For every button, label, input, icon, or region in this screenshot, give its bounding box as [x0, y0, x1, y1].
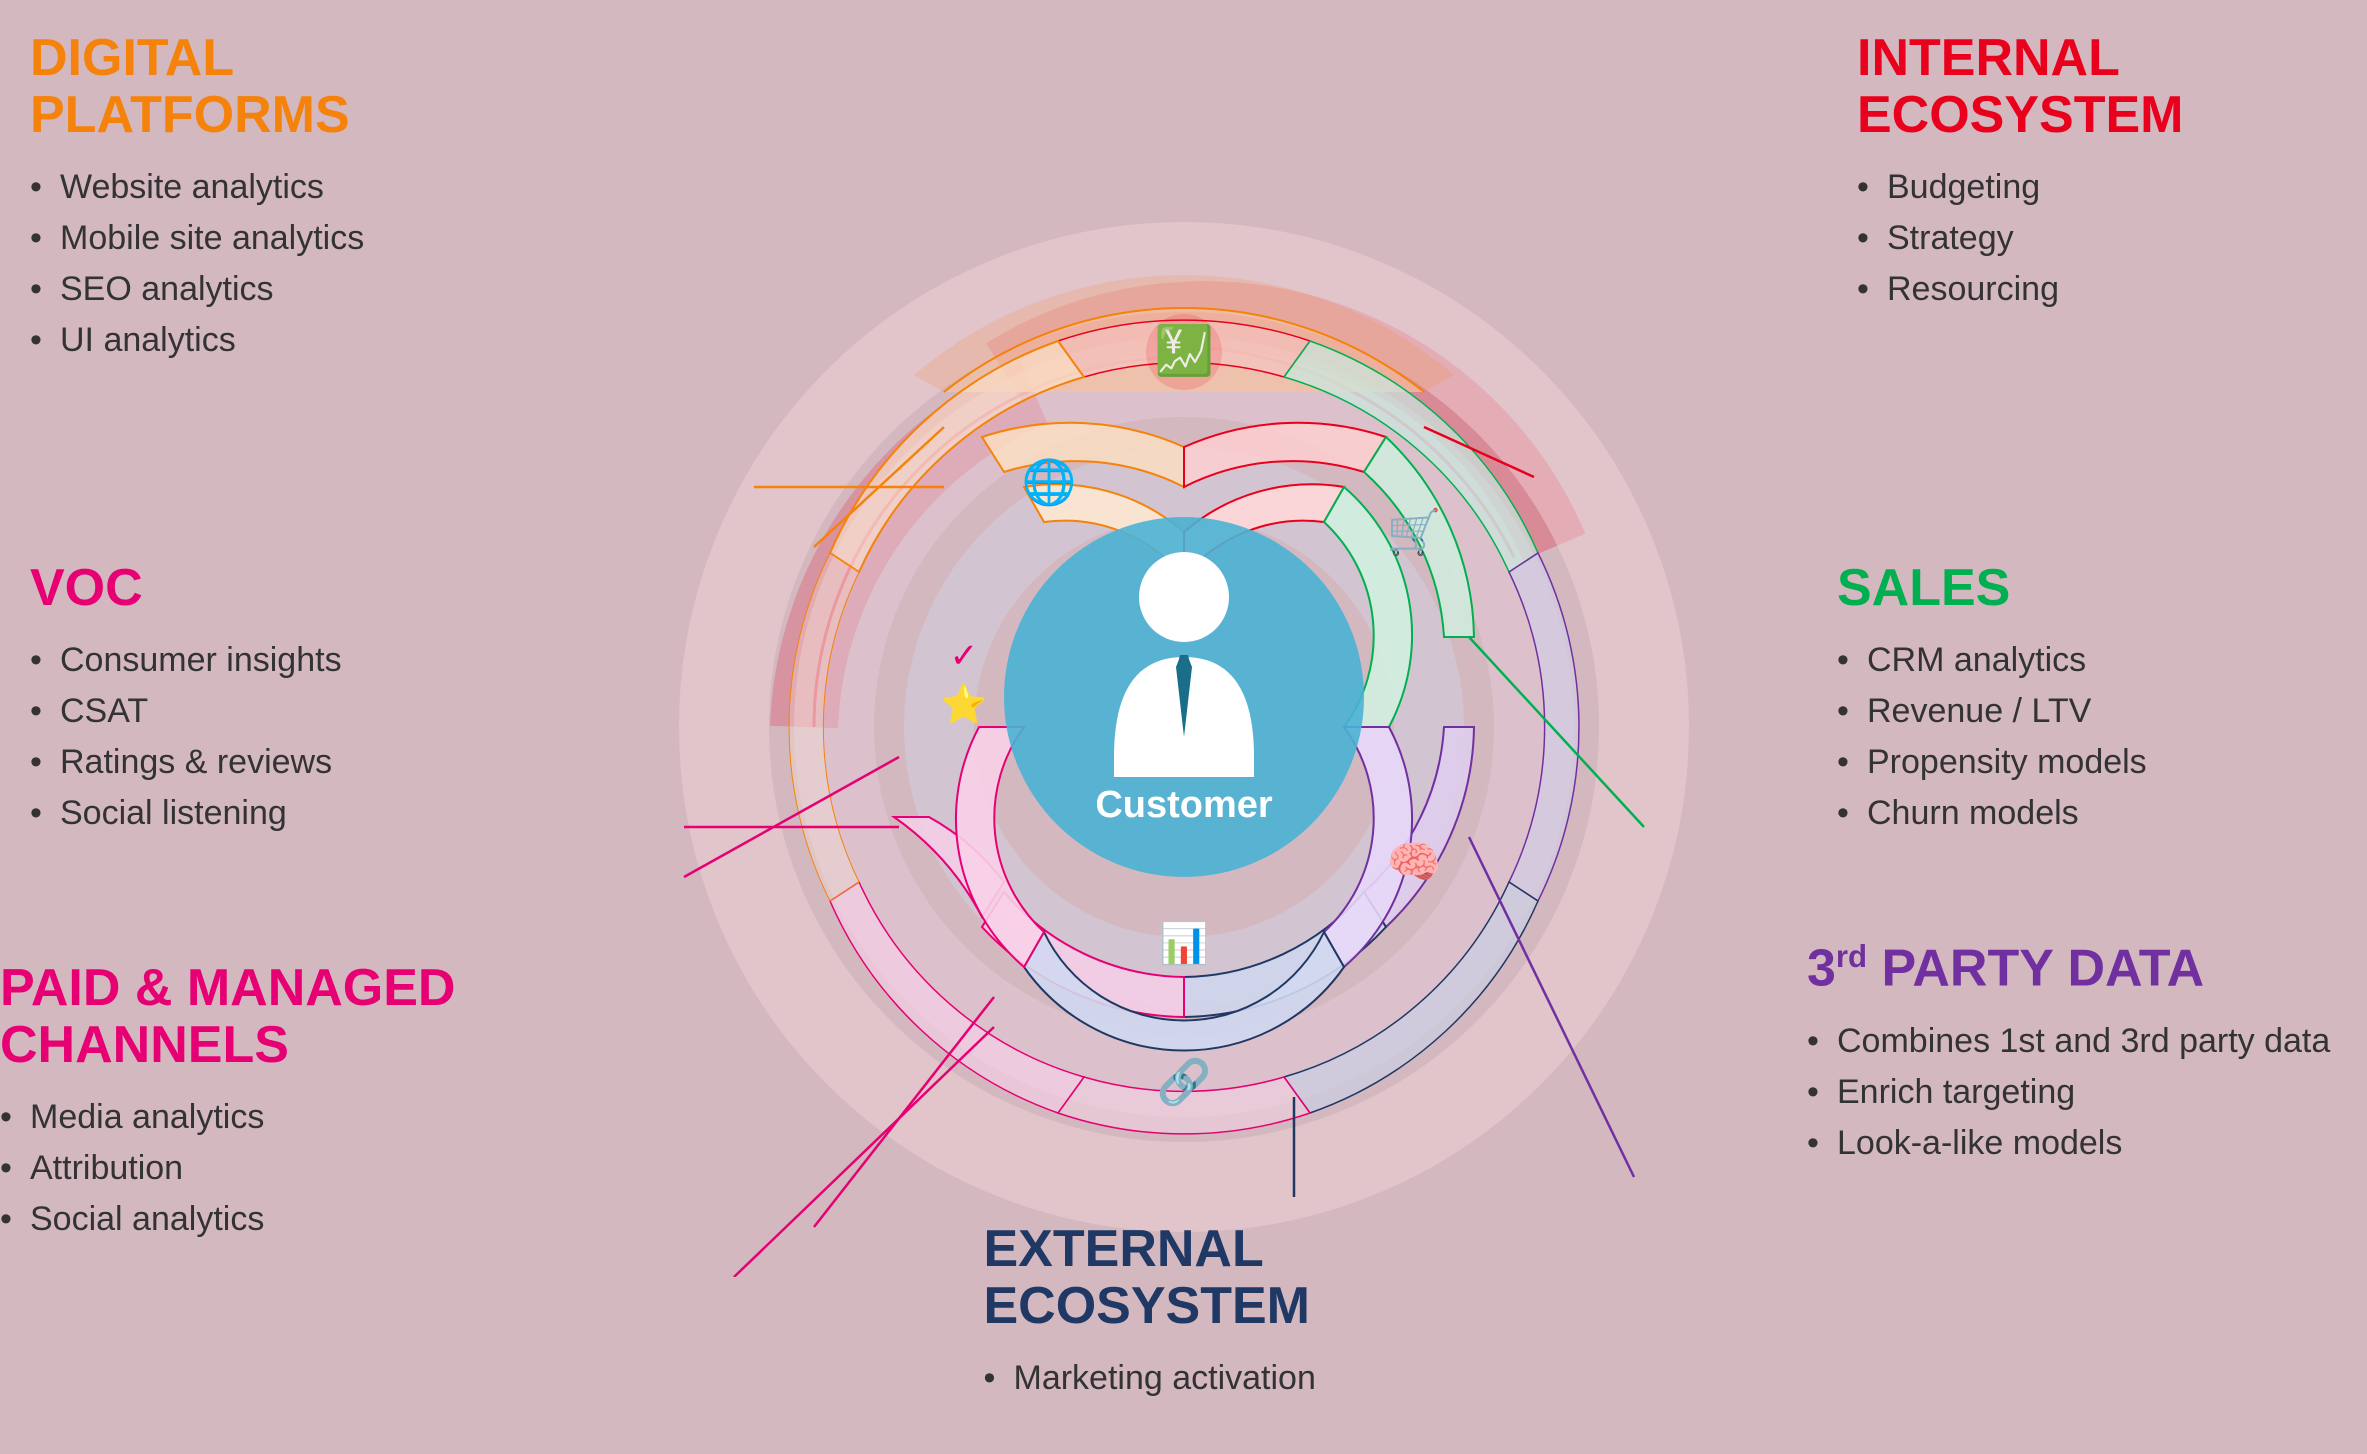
paid-channels-title: PAID & MANAGEDCHANNELS [0, 960, 480, 1074]
sales-list: CRM analytics Revenue / LTV Propensity m… [1837, 635, 2337, 839]
voc-title: VOC [30, 560, 450, 617]
third-party-list: Combines 1st and 3rd party data Enrich t… [1807, 1016, 2367, 1169]
list-item: Social listening [30, 788, 450, 839]
list-item: Social analytics [0, 1194, 480, 1245]
list-item: CSAT [30, 686, 450, 737]
diagram-svg: Customer 💹 🌐 🛒 ⭐ ✓ 🧠 📊 🔗 [634, 177, 1734, 1277]
list-item: Look-a-like models [1807, 1118, 2367, 1169]
digital-platforms-title: DIGITALPLATFORMS [30, 30, 450, 144]
list-item: Mobile site analytics [30, 213, 450, 264]
list-item: Propensity models [1837, 737, 2337, 788]
list-item: Strategy [1857, 213, 2337, 264]
external-ecosystem-list: Marketing activation [984, 1353, 1484, 1404]
svg-text:Customer: Customer [1095, 784, 1273, 826]
list-item: Churn models [1837, 788, 2337, 839]
diagram-container: Customer 💹 🌐 🛒 ⭐ ✓ 🧠 📊 🔗 [634, 177, 1734, 1277]
list-item: Budgeting [1857, 162, 2337, 213]
list-item: Attribution [0, 1143, 480, 1194]
list-item: Consumer insights [30, 635, 450, 686]
list-item: CRM analytics [1837, 635, 2337, 686]
svg-text:✓: ✓ [949, 637, 978, 675]
svg-text:🛒: 🛒 [1386, 507, 1441, 557]
paid-channels-section: PAID & MANAGEDCHANNELS Media analytics A… [0, 960, 480, 1275]
list-item: SEO analytics [30, 264, 450, 315]
sales-title: SALES [1837, 560, 2337, 617]
list-item: Ratings & reviews [30, 737, 450, 788]
svg-text:📊: 📊 [1159, 920, 1209, 966]
internal-ecosystem-list: Budgeting Strategy Resourcing [1857, 162, 2337, 315]
voc-list: Consumer insights CSAT Ratings & reviews… [30, 635, 450, 839]
list-item: Revenue / LTV [1837, 686, 2337, 737]
external-ecosystem-section: EXTERNALECOSYSTEM Marketing activation [984, 1221, 1484, 1434]
list-item: Combines 1st and 3rd party data [1807, 1016, 2367, 1067]
svg-text:⭐: ⭐ [940, 682, 987, 726]
list-item: UI analytics [30, 315, 450, 366]
list-item: Website analytics [30, 162, 450, 213]
svg-text:💹: 💹 [1154, 323, 1214, 378]
svg-text:🧠: 🧠 [1386, 838, 1441, 887]
list-item: Enrich targeting [1807, 1067, 2367, 1118]
list-item: Marketing activation [984, 1353, 1484, 1404]
external-ecosystem-title: EXTERNALECOSYSTEM [984, 1221, 1484, 1335]
list-item: Media analytics [0, 1092, 480, 1143]
svg-text:🔗: 🔗 [1156, 1055, 1211, 1108]
list-item: Resourcing [1857, 264, 2337, 315]
digital-platforms-list: Website analytics Mobile site analytics … [30, 162, 450, 366]
internal-ecosystem-section: INTERNALECOSYSTEM Budgeting Strategy Res… [1857, 30, 2337, 345]
internal-ecosystem-title: INTERNALECOSYSTEM [1857, 30, 2337, 144]
third-party-section: 3rd PARTY DATA Combines 1st and 3rd part… [1807, 940, 2367, 1199]
svg-text:🌐: 🌐 [1021, 457, 1076, 507]
voc-section: VOC Consumer insights CSAT Ratings & rev… [30, 560, 450, 869]
paid-channels-list: Media analytics Attribution Social analy… [0, 1092, 480, 1245]
digital-platforms-section: DIGITALPLATFORMS Website analytics Mobil… [30, 30, 450, 396]
third-party-title: 3rd PARTY DATA [1807, 940, 2367, 998]
sales-section: SALES CRM analytics Revenue / LTV Propen… [1837, 560, 2337, 869]
